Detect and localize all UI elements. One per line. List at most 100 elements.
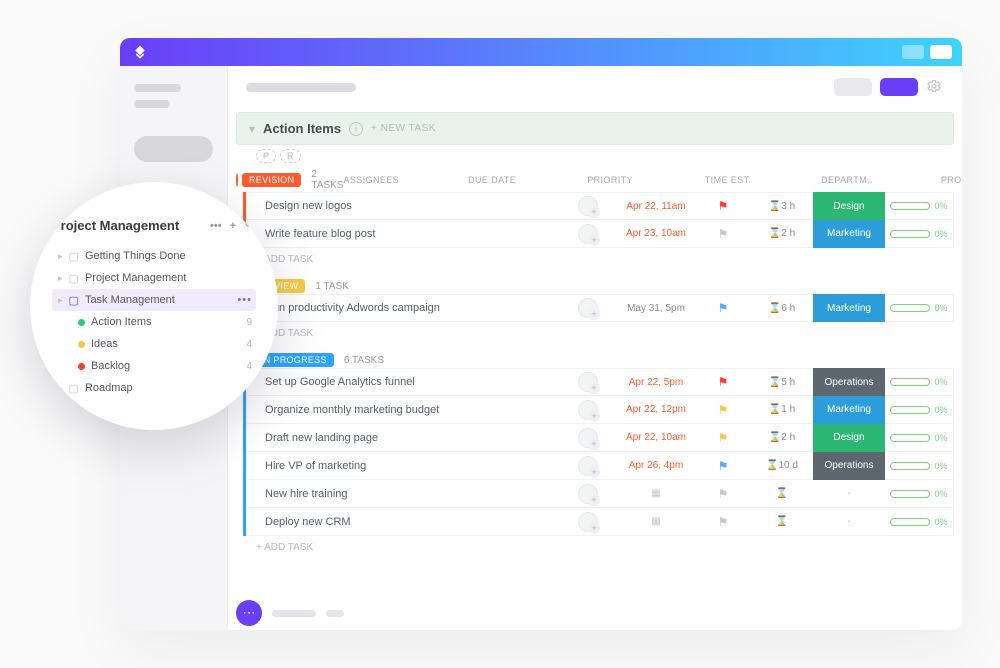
caret-right-icon[interactable]: ▸: [58, 295, 63, 306]
due-cell[interactable]: Apr 22, 11am: [617, 201, 695, 212]
due-cell[interactable]: May 31, 5pm: [617, 303, 695, 314]
task-name[interactable]: Design new logos: [247, 200, 559, 212]
sidebar-item[interactable]: Backlog4: [52, 355, 256, 377]
task-name[interactable]: Organize monthly marketing budget: [247, 404, 559, 416]
due-cell[interactable]: ▦: [617, 516, 695, 527]
progress-cell[interactable]: 0%: [885, 303, 953, 313]
progress-cell[interactable]: 0%: [885, 229, 953, 239]
window-controls[interactable]: [902, 45, 952, 59]
task-row[interactable]: Run productivity Adwords campaign May 31…: [246, 294, 954, 322]
department-cell[interactable]: Marketing: [813, 220, 885, 248]
assignee-cell[interactable]: [559, 196, 617, 216]
estimate-cell[interactable]: ⌛ 1 h: [751, 404, 813, 415]
filter-chip[interactable]: P: [256, 149, 276, 163]
priority-flag-icon[interactable]: ⚑: [695, 199, 751, 213]
priority-flag-icon[interactable]: ⚑: [695, 431, 751, 445]
assignee-cell[interactable]: [559, 372, 617, 392]
more-icon[interactable]: •••: [210, 220, 222, 232]
progress-cell[interactable]: 0%: [885, 433, 953, 443]
search-pill[interactable]: [134, 136, 213, 162]
add-task-button[interactable]: + ADD TASK: [236, 536, 954, 563]
priority-flag-icon[interactable]: ⚑: [695, 227, 751, 241]
caret-right-icon[interactable]: ▸: [58, 251, 63, 262]
chat-icon[interactable]: ⋯: [236, 600, 262, 626]
priority-flag-icon[interactable]: ⚑: [695, 403, 751, 417]
sidebar-item[interactable]: ▸▢Task Management•••: [52, 289, 256, 311]
task-row[interactable]: Draft new landing page Apr 22, 10am ⚑ ⌛ …: [246, 424, 954, 452]
gear-icon[interactable]: [926, 78, 944, 96]
sidebar-item[interactable]: Action Items9: [52, 311, 256, 333]
estimate-cell[interactable]: ⌛ 2 h: [751, 432, 813, 443]
department-cell[interactable]: Operations: [813, 368, 885, 396]
assignee-avatar[interactable]: [578, 224, 598, 244]
sidebar-item[interactable]: ▸▢Project Management: [52, 267, 256, 289]
task-row[interactable]: Deploy new CRM ▦ ⚑ ⌛ - 0%: [246, 508, 954, 536]
priority-flag-icon[interactable]: ⚑: [695, 375, 751, 389]
department-cell[interactable]: Design: [813, 424, 885, 452]
group-header[interactable]: ▾ Action Items i + NEW TASK: [236, 112, 954, 145]
department-cell[interactable]: -: [813, 480, 885, 508]
add-task-button[interactable]: + ADD TASK: [236, 248, 954, 275]
calendar-icon[interactable]: ▦: [651, 488, 660, 499]
due-cell[interactable]: Apr 22, 12pm: [617, 404, 695, 415]
filter-chip[interactable]: R: [280, 149, 301, 163]
due-cell[interactable]: Apr 22, 5pm: [617, 377, 695, 388]
assignee-cell[interactable]: [559, 484, 617, 504]
progress-cell[interactable]: 0%: [885, 461, 953, 471]
estimate-cell[interactable]: ⌛ 5 h: [751, 377, 813, 388]
assignee-avatar[interactable]: [578, 428, 598, 448]
progress-cell[interactable]: 0%: [885, 377, 953, 387]
status-collapse-icon[interactable]: [236, 173, 238, 187]
task-name[interactable]: Draft new landing page: [247, 432, 559, 444]
sidebar-item[interactable]: Ideas4: [52, 333, 256, 355]
sidebar-item[interactable]: ▸▢Getting Things Done: [52, 245, 256, 267]
estimate-cell[interactable]: ⌛ 2 h: [751, 228, 813, 239]
due-cell[interactable]: Apr 22, 10am: [617, 432, 695, 443]
department-cell[interactable]: -: [813, 508, 885, 536]
assignee-avatar[interactable]: [578, 484, 598, 504]
task-name[interactable]: Run productivity Adwords campaign: [247, 302, 559, 314]
department-cell[interactable]: Marketing: [813, 396, 885, 424]
estimate-cell[interactable]: ⌛ 10 d: [751, 460, 813, 471]
assignee-cell[interactable]: [559, 298, 617, 318]
estimate-cell[interactable]: ⌛ 6 h: [751, 303, 813, 314]
assignee-avatar[interactable]: [578, 298, 598, 318]
estimate-cell[interactable]: ⌛ 3 h: [751, 201, 813, 212]
assignee-cell[interactable]: [559, 512, 617, 532]
status-row-inprogress[interactable]: IN PROGRESS 6 TASKS: [236, 353, 954, 367]
task-name[interactable]: Set up Google Analytics funnel: [247, 376, 559, 388]
task-row[interactable]: Write feature blog post Apr 23, 10am ⚑ ⌛…: [246, 220, 954, 248]
caret-right-icon[interactable]: ▸: [58, 383, 63, 394]
assignee-avatar[interactable]: [578, 400, 598, 420]
new-task-button[interactable]: + NEW TASK: [371, 123, 436, 134]
task-row[interactable]: Organize monthly marketing budget Apr 22…: [246, 396, 954, 424]
task-name[interactable]: Hire VP of marketing: [247, 460, 559, 472]
priority-flag-icon[interactable]: ⚑: [695, 459, 751, 473]
task-name[interactable]: Deploy new CRM: [247, 516, 559, 528]
sidebar-item[interactable]: ▸▢Roadmap: [52, 377, 256, 399]
due-cell[interactable]: Apr 26, 4pm: [617, 460, 695, 471]
priority-flag-icon[interactable]: ⚑: [695, 515, 751, 529]
due-cell[interactable]: ▦: [617, 488, 695, 499]
view-toggle[interactable]: [834, 78, 872, 96]
progress-cell[interactable]: 0%: [885, 201, 953, 211]
caret-right-icon[interactable]: ▸: [58, 273, 63, 284]
estimate-cell[interactable]: ⌛: [751, 488, 813, 499]
due-cell[interactable]: Apr 23, 10am: [617, 228, 695, 239]
assignee-avatar[interactable]: [578, 196, 598, 216]
status-row-revision[interactable]: REVISION 2 TASKS ASSIGNEES DUE DATE PRIO…: [236, 169, 954, 191]
plus-icon[interactable]: +: [230, 220, 236, 232]
task-name[interactable]: Write feature blog post: [247, 228, 559, 240]
progress-cell[interactable]: 0%: [885, 517, 953, 527]
priority-flag-icon[interactable]: ⚑: [695, 487, 751, 501]
assignee-avatar[interactable]: [578, 512, 598, 532]
task-row[interactable]: Set up Google Analytics funnel Apr 22, 5…: [246, 368, 954, 396]
assignee-cell[interactable]: [559, 400, 617, 420]
view-toggle-active[interactable]: [880, 78, 918, 96]
progress-cell[interactable]: 0%: [885, 405, 953, 415]
caret-down-icon[interactable]: ▾: [249, 122, 255, 136]
add-task-button[interactable]: + ADD TASK: [236, 322, 954, 349]
department-cell[interactable]: Marketing: [813, 294, 885, 322]
priority-flag-icon[interactable]: ⚑: [695, 301, 751, 315]
department-cell[interactable]: Operations: [813, 452, 885, 480]
